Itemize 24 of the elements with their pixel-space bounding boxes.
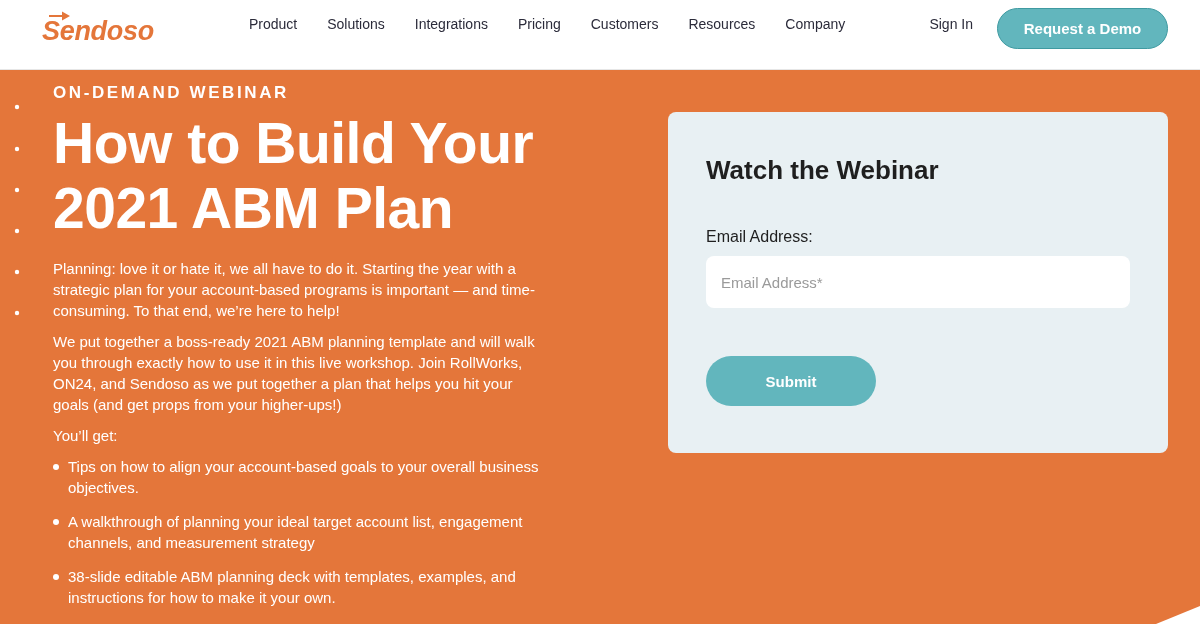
sign-in-link[interactable]: Sign In (929, 14, 973, 33)
bullet-icon (53, 464, 59, 470)
benefit-text: 38-slide editable ABM planning deck with templates, examples, and instructions for how to make it your own. (68, 567, 517, 608)
email-field[interactable]: Email Address* (706, 256, 1130, 308)
nav-link[interactable]: Pricing (517, 14, 561, 33)
intro-paragraph: Planning: love it or hate it, we all have to do it. Starting the year with a strategic plan for your account-based programs is important — and time-consuming. To that end, we’re here to help! (53, 259, 536, 321)
nav-link[interactable]: Company (785, 14, 846, 33)
page-title: How to Build Your 2021 ABM Plan (53, 111, 535, 241)
eyebrow-label: ON-DEMAND WEBINAR (53, 83, 290, 103)
page-corner-shape (1156, 606, 1200, 624)
arrow-icon (49, 10, 70, 21)
nav-link[interactable]: Solutions (327, 14, 385, 33)
bullet-icon (53, 574, 59, 580)
field-label: Email Address: (706, 227, 813, 247)
nav-link[interactable]: Product (248, 14, 298, 33)
list-intro: You’ll get: (53, 426, 119, 446)
intro-paragraph: We put together a boss-ready 2021 ABM planning template and will walk you through exactly how to use it in this live workshop. Join RollWorks, ON24, and Sendoso as we put together a plan that helps you hit your goals (and get props from your higher-ups!) (53, 332, 536, 415)
nav-link[interactable]: Customers (590, 14, 659, 33)
benefit-text: A walkthrough of planning your ideal target account list, engagement channels, and measurement strategy (68, 512, 524, 553)
bullet-icon (53, 519, 59, 525)
nav-link[interactable]: Resources (688, 14, 756, 33)
benefit-text: Tips on how to align your account-based goals to your overall business objectives. (68, 457, 540, 498)
form-title: Watch the Webinar (706, 154, 939, 186)
nav-link[interactable]: Integrations (414, 14, 488, 33)
